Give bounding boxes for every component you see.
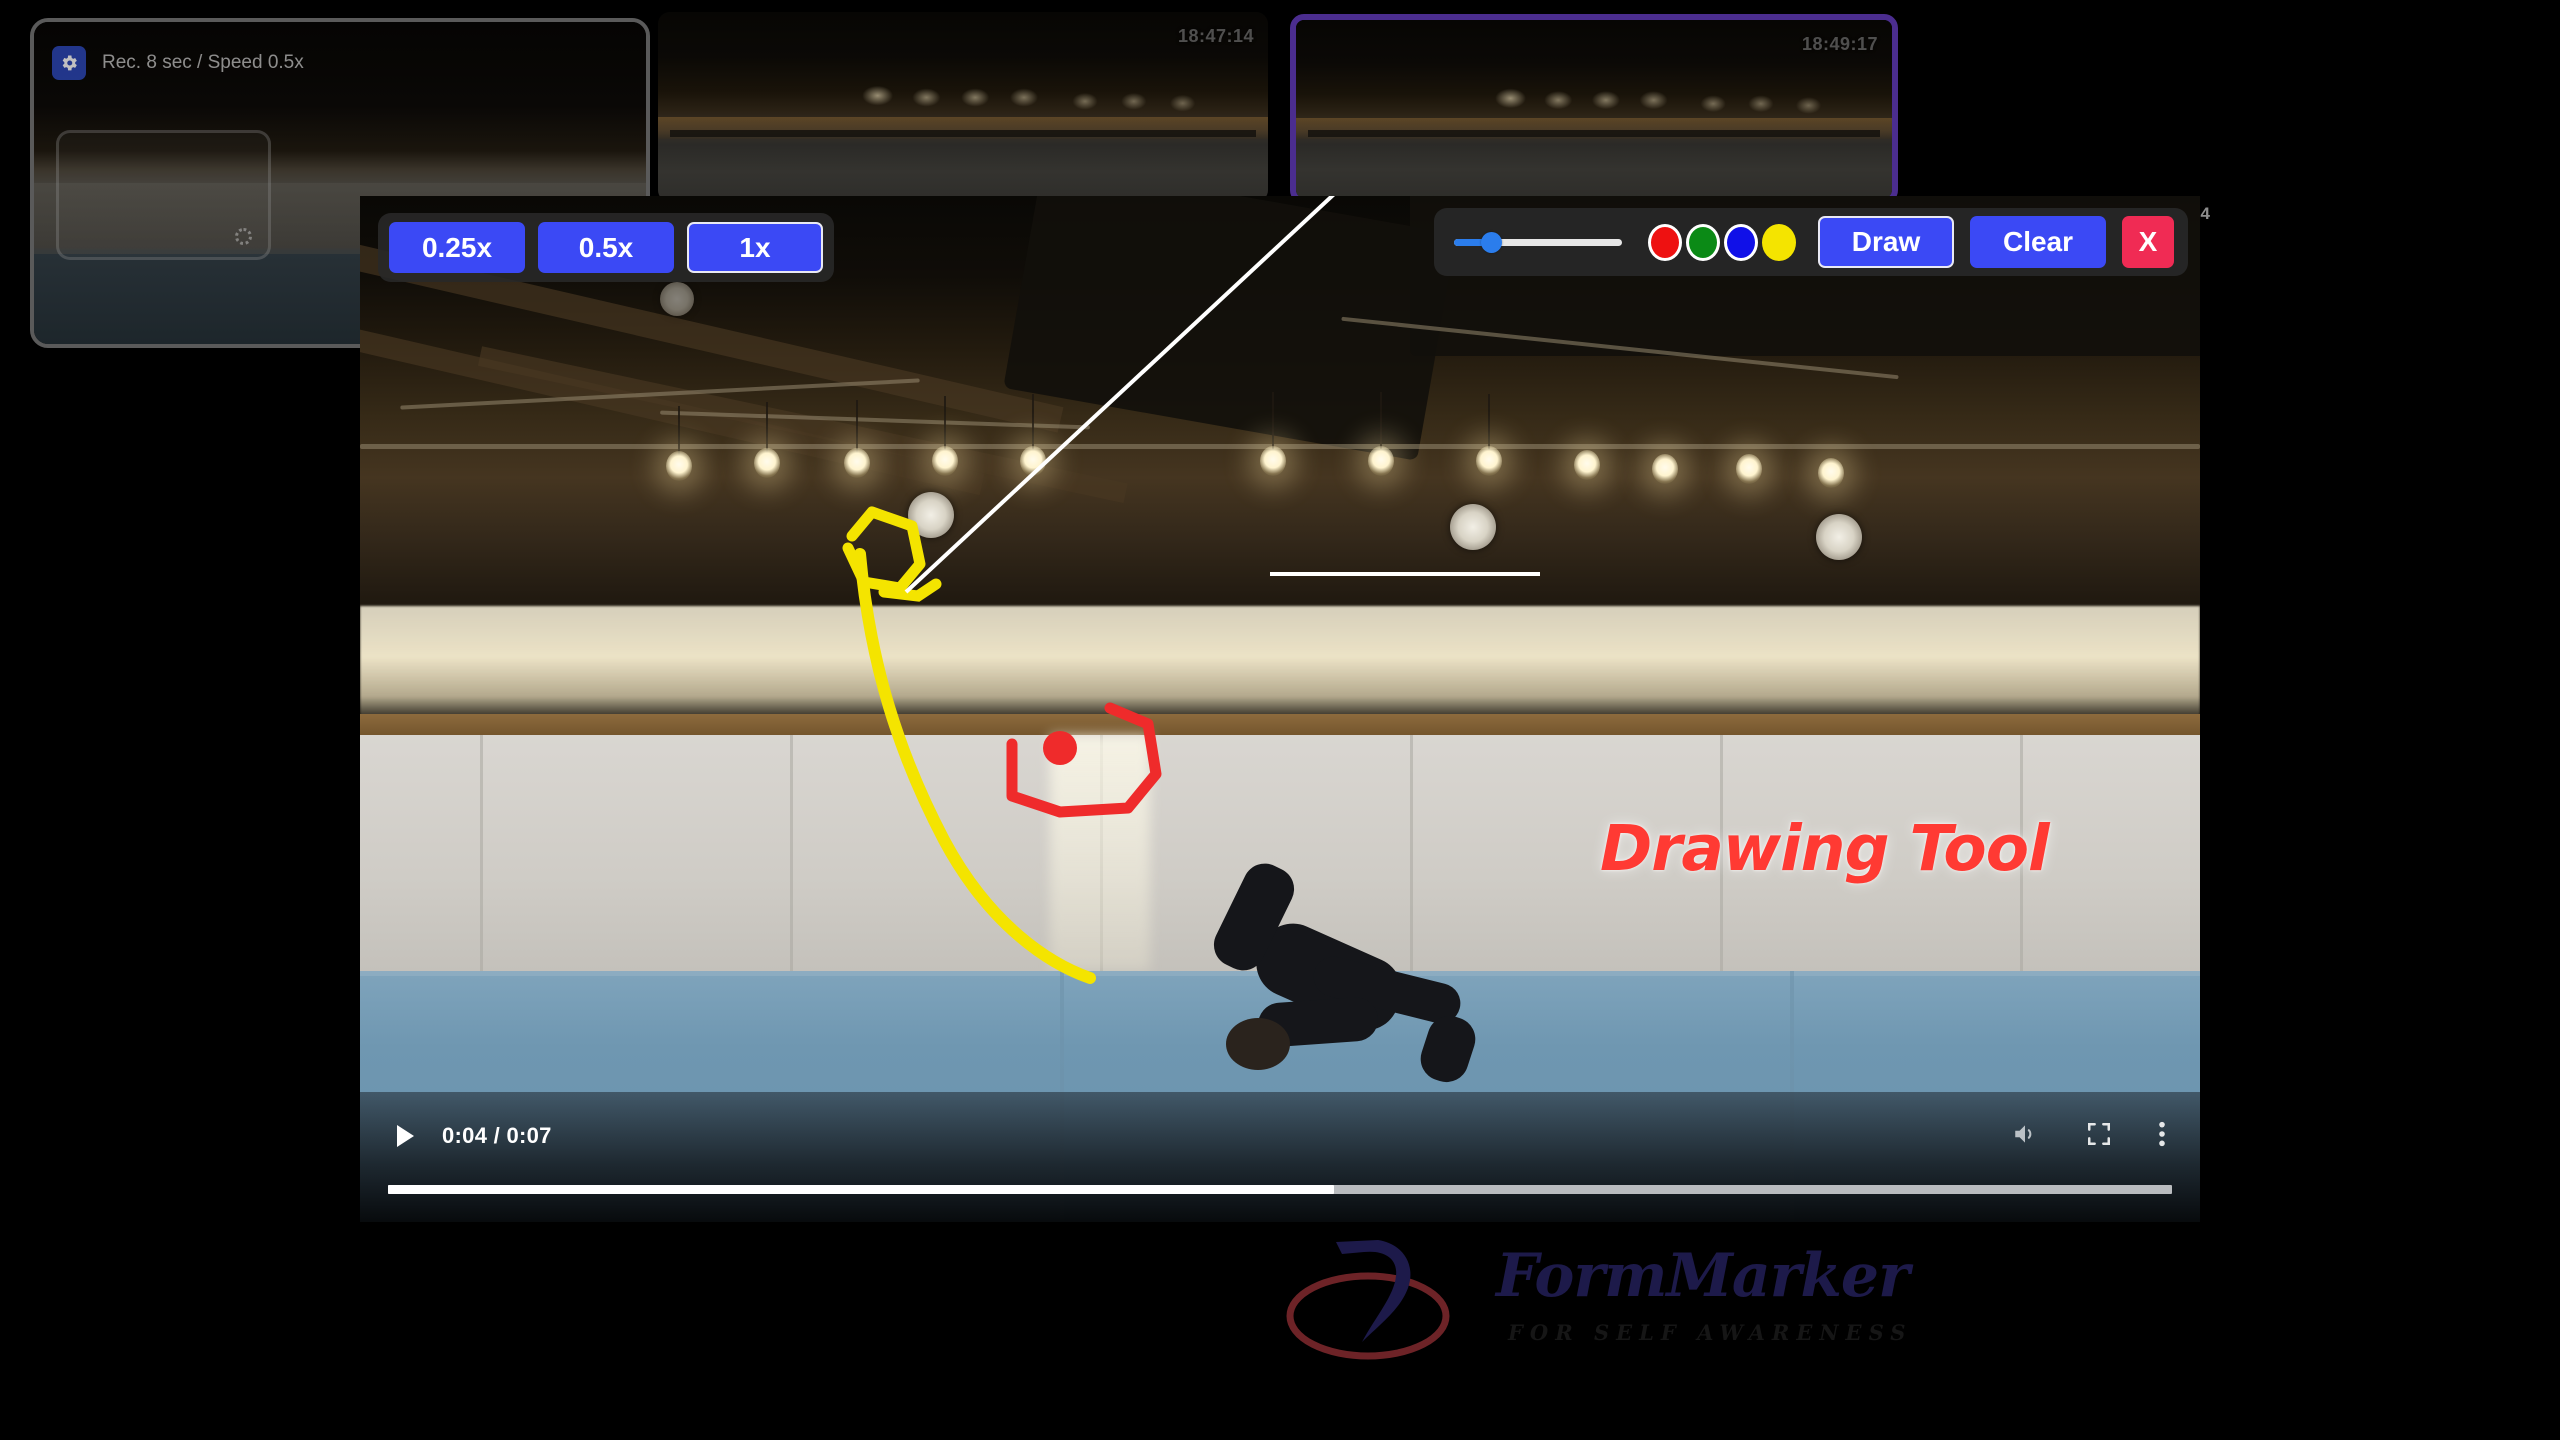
clear-button[interactable]: Clear (1970, 216, 2106, 268)
main-video-panel[interactable]: Drawing Tool 0:04 / 0:07 (360, 196, 2200, 1222)
color-swatch-group (1648, 223, 1796, 261)
ceiling-duct (1003, 196, 1457, 461)
progress-bar[interactable] (388, 1185, 2172, 1194)
stroke-width-slider[interactable] (1454, 227, 1622, 257)
video-controls-row: 0:04 / 0:07 (360, 1114, 2200, 1158)
video-frame: Drawing Tool (360, 196, 2200, 1222)
logo-name-part3: arker (1731, 1240, 1910, 1311)
athlete-head (1226, 1018, 1290, 1070)
bulb-cord (766, 402, 768, 454)
ceiling-bulb (932, 446, 958, 476)
bulb-cord (1272, 392, 1274, 452)
color-swatch-yellow[interactable] (1762, 223, 1796, 261)
bulb-cord (944, 396, 946, 452)
color-swatch-green[interactable] (1686, 223, 1720, 261)
play-icon[interactable] (390, 1121, 420, 1151)
color-swatch-red[interactable] (1648, 223, 1682, 261)
wall-light-panel (1050, 734, 1150, 971)
ceiling-bulb (1476, 446, 1502, 476)
clip-thumbnail-2-timestamp: 18:47:14 (1177, 26, 1254, 46)
playback-speed-toolbar: 0.25x 0.5x 1x (378, 213, 834, 283)
drawing-tool-overlay-title: Drawing Tool (1600, 812, 2050, 885)
loading-spinner-icon (235, 228, 252, 245)
time-display: 0:04 / 0:07 (442, 1123, 552, 1148)
ceiling-fan (908, 492, 954, 538)
ceiling-fan (1450, 504, 1496, 550)
wall-seam (480, 734, 483, 971)
bulb-cord (1488, 394, 1490, 452)
clip-thumbnail-3[interactable]: 18:49:17 (1290, 14, 1898, 204)
clip-thumbnail-3-timestamp: 18:49:17 (1801, 34, 1878, 54)
logo-name-part1: Form (1496, 1240, 1667, 1311)
drawing-toolbar: Draw Clear X 4 (1434, 204, 2210, 276)
color-swatch-blue[interactable] (1724, 223, 1758, 261)
ceiling-bulb (1818, 458, 1844, 488)
ceiling-fan (1816, 514, 1862, 560)
progress-fill (388, 1185, 1334, 1194)
ceiling-fan (660, 282, 694, 316)
bulb-cord (1032, 394, 1034, 452)
ceiling-bulb (666, 451, 692, 481)
more-options-icon[interactable] (2158, 1120, 2166, 1153)
logo-name: FormMarker (1496, 1246, 1912, 1306)
volume-icon[interactable] (2010, 1121, 2040, 1152)
clip-thumbnail-2-image (658, 12, 1268, 202)
bulb-cord (856, 400, 858, 454)
speed-button-0-25x[interactable]: 0.25x (389, 222, 525, 274)
speed-button-0-5x[interactable]: 0.5x (538, 222, 674, 274)
recorder-status-bar: Rec. 8 sec / Speed 0.5x (52, 46, 304, 80)
bulb-cord (1380, 392, 1382, 452)
ceiling-bulb (1736, 454, 1762, 484)
logo-name-part2: M (1666, 1240, 1732, 1311)
logo-wordmark: FormMarker FOR SELF AWARENESS (1496, 1246, 1912, 1345)
formmarker-logo: FormMarker FOR SELF AWARENESS (1280, 1225, 1980, 1365)
play-triangle (396, 1125, 414, 1147)
toolbar-corner-badge: 4 (2200, 204, 2210, 223)
thumbnail-strip: Rec. 8 sec / Speed 0.5x 18:47:14 18:49:1… (0, 0, 1910, 348)
ceiling-bulb (1260, 446, 1286, 476)
gear-icon[interactable] (52, 46, 86, 80)
ceiling-bulb (1652, 454, 1678, 484)
clip-thumbnail-2[interactable]: 18:47:14 (658, 12, 1268, 202)
recorder-status-label: Rec. 8 sec / Speed 0.5x (102, 52, 304, 73)
ceiling-bulb (754, 448, 780, 478)
speed-button-1x[interactable]: 1x (687, 222, 823, 274)
bulb-cord (678, 406, 680, 456)
clip-2-scene (658, 12, 1268, 202)
fullscreen-icon[interactable] (2086, 1121, 2112, 1152)
ceiling-light-strip (360, 606, 2200, 720)
video-controls-bar: 0:04 / 0:07 (360, 1092, 2200, 1222)
recorder-nested-panel[interactable] (56, 130, 271, 260)
ceiling-bulb (1020, 446, 1046, 476)
close-button[interactable]: X (2122, 216, 2174, 268)
video-controls-right (2010, 1120, 2172, 1153)
wall-seam (790, 734, 793, 971)
logo-tagline: FOR SELF AWARENESS (1508, 1319, 1913, 1345)
slider-thumb[interactable] (1480, 231, 1502, 253)
ceiling-bulb (844, 448, 870, 478)
logo-mark-icon (1280, 1230, 1470, 1360)
screen-root: Rec. 8 sec / Speed 0.5x 18:47:14 18:49:1… (0, 0, 2560, 1440)
ceiling-bulb (1574, 450, 1600, 480)
ceiling-bulb (1368, 446, 1394, 476)
draw-button[interactable]: Draw (1818, 216, 1954, 268)
